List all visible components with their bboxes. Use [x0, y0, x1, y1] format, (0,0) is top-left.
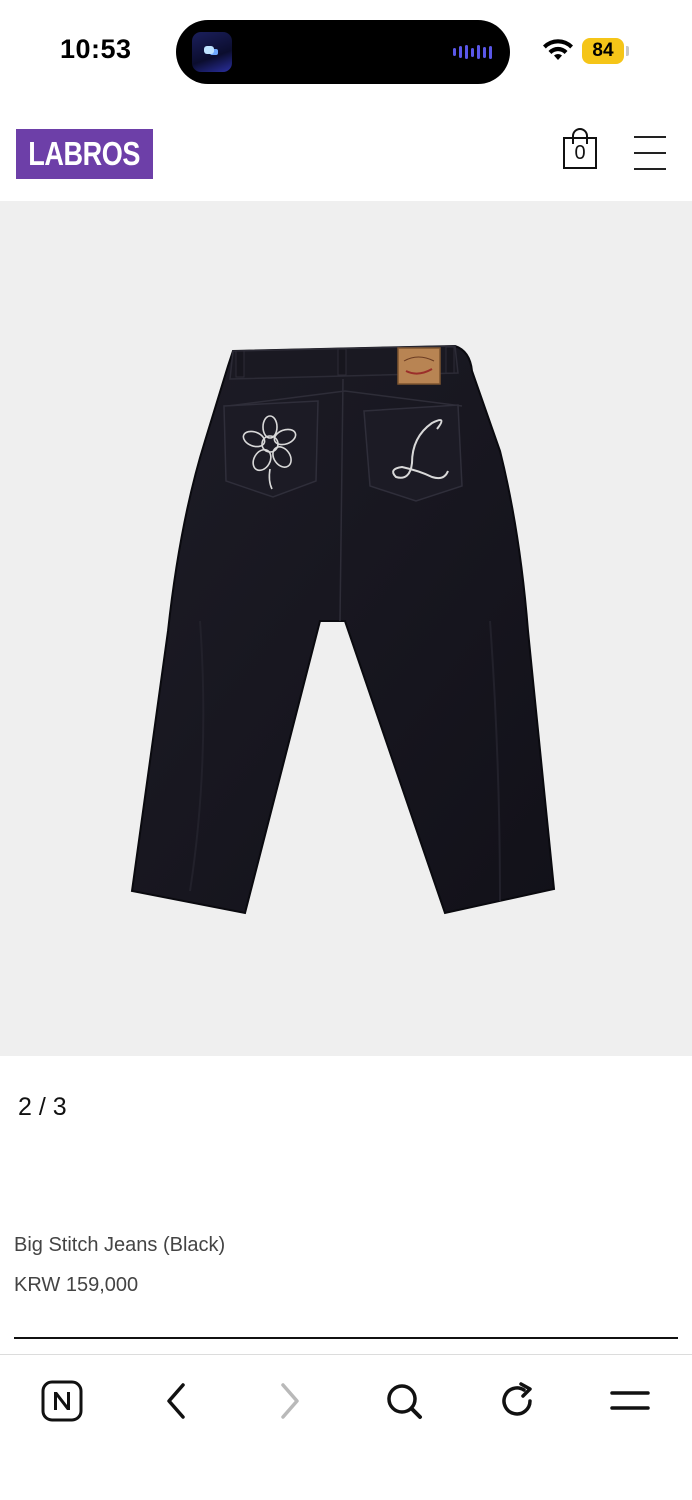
browser-menu-button[interactable]	[606, 1377, 654, 1425]
menu-icon	[610, 1391, 650, 1410]
search-button[interactable]	[380, 1377, 428, 1425]
hamburger-menu-icon[interactable]	[634, 136, 666, 170]
product-image[interactable]	[0, 201, 692, 1056]
labros-logo[interactable]: LABROS	[16, 129, 153, 179]
naver-home-icon	[41, 1380, 83, 1422]
cart-count: 0	[574, 142, 586, 164]
browser-toolbar	[0, 1354, 692, 1500]
logo-text: LABROS	[28, 135, 141, 172]
wifi-icon	[543, 39, 573, 60]
refresh-button[interactable]	[493, 1377, 541, 1425]
product-price: KRW 159,000	[14, 1274, 139, 1296]
battery-cap	[626, 46, 629, 56]
leather-patch	[397, 347, 441, 385]
cart-button[interactable]: 0	[562, 128, 598, 170]
back-button[interactable]	[152, 1377, 200, 1425]
image-pager: 2 / 3	[18, 1093, 67, 1121]
refresh-icon	[502, 1382, 532, 1416]
forward-icon	[281, 1383, 299, 1419]
forward-button[interactable]	[266, 1377, 314, 1425]
back-icon	[167, 1383, 185, 1419]
site-header: LABROS 0	[0, 100, 692, 200]
status-bar: 10:53 84	[0, 0, 692, 100]
status-time: 10:53	[60, 34, 132, 64]
divider	[14, 1337, 678, 1339]
product-name: Big Stitch Jeans (Black)	[14, 1234, 226, 1256]
dynamic-island[interactable]	[176, 20, 510, 84]
jeans-back-image	[130, 344, 556, 915]
audio-waveform-icon	[453, 44, 492, 60]
battery-indicator: 84	[582, 38, 624, 64]
naver-home-button[interactable]	[38, 1377, 86, 1425]
live-activity-app-icon	[192, 32, 232, 72]
search-icon	[387, 1384, 422, 1419]
